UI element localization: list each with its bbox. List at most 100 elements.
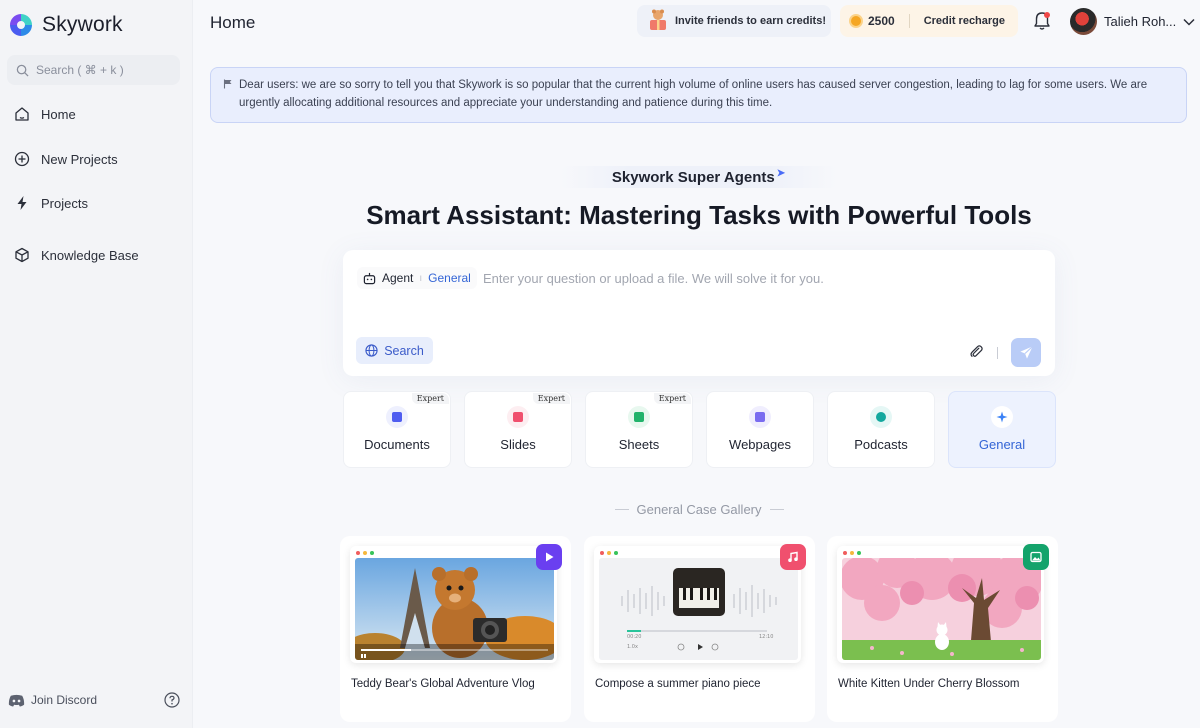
document-icon: [386, 406, 408, 428]
search-toggle-label: Search: [384, 343, 424, 358]
agent-mode-value: General: [428, 271, 471, 285]
case-label: Teddy Bear's Global Adventure Vlog: [351, 678, 535, 690]
category-slides[interactable]: Expert Slides: [464, 391, 572, 468]
time-start: 00:20: [627, 634, 642, 640]
cube-icon: [15, 247, 29, 263]
sidebar-item-projects[interactable]: Projects: [14, 195, 88, 211]
help-icon[interactable]: [164, 692, 180, 708]
sidebar-footer: Join Discord: [8, 692, 180, 708]
gallery-title: General Case Gallery: [610, 502, 788, 517]
super-agents-label: Skywork Super Agents: [611, 168, 775, 186]
invite-label: Invite friends to earn credits!: [675, 15, 826, 27]
cherry-blossom-kitten-image: [842, 558, 1041, 660]
case-label: White Kitten Under Cherry Blossom: [838, 678, 1020, 690]
user-menu[interactable]: Talieh Roh...: [1070, 8, 1195, 35]
divider: [769, 509, 784, 510]
category-label: Webpages: [729, 437, 791, 452]
avatar: [1070, 8, 1097, 35]
sidebar-item-label: New Projects: [41, 151, 118, 167]
super-agents-badge: Skywork Super Agents ➤: [560, 166, 837, 188]
agent-mode-selector[interactable]: Agent ı General: [357, 267, 477, 289]
category-label: Sheets: [618, 437, 660, 452]
coin-icon: [849, 14, 863, 28]
expert-badge: Expert: [411, 393, 449, 404]
gift-bear-icon: [650, 9, 666, 30]
gallery-title-text: General Case Gallery: [636, 502, 762, 517]
page-title: Home: [210, 13, 256, 32]
sidebar-item-label: Projects: [41, 195, 88, 211]
attachment-icon[interactable]: [969, 344, 984, 359]
slides-icon: [507, 406, 529, 428]
time-end: 12:10: [759, 634, 774, 640]
category-general[interactable]: General: [948, 391, 1056, 468]
image-icon: [1023, 544, 1049, 570]
sidebar-search[interactable]: Search ( ⌘ + k ): [7, 55, 180, 85]
divider: [997, 347, 998, 359]
window-dots: [843, 551, 861, 555]
home-icon: [15, 107, 29, 121]
sidebar-item-knowledge-base[interactable]: Knowledge Base: [14, 247, 139, 263]
category-label: Documents: [364, 437, 430, 452]
audio-player-preview: 00:20 12:10 1.0x: [599, 558, 798, 660]
case-card-teddy-vlog[interactable]: Teddy Bear's Global Adventure Vlog: [340, 536, 571, 722]
sparkle-icon: ➤: [776, 167, 786, 179]
notification-dot: [1044, 12, 1050, 18]
logo-text: Skywork: [42, 13, 123, 36]
credits-panel: 2500 Credit recharge: [840, 5, 1018, 37]
join-discord-link[interactable]: Join Discord: [8, 693, 97, 707]
category-label: Podcasts: [854, 437, 908, 452]
category-webpages[interactable]: Webpages: [706, 391, 814, 468]
web-search-toggle[interactable]: Search: [356, 337, 433, 364]
playback-speed: 1.0x: [627, 644, 638, 650]
case-preview: 00:20 12:10 1.0x: [594, 546, 801, 663]
credit-recharge-button[interactable]: Credit recharge: [924, 15, 1005, 27]
video-play-icon: [536, 544, 562, 570]
category-documents[interactable]: Expert Documents: [343, 391, 451, 468]
category-podcasts[interactable]: Podcasts: [827, 391, 935, 468]
send-icon: [1019, 345, 1033, 359]
case-card-kitten[interactable]: White Kitten Under Cherry Blossom: [827, 536, 1058, 722]
case-card-piano[interactable]: 00:20 12:10 1.0x Compose a summer piano …: [584, 536, 815, 722]
logo[interactable]: Skywork: [8, 12, 123, 38]
category-sheets[interactable]: Expert Sheets: [585, 391, 693, 468]
expert-badge: Expert: [653, 393, 691, 404]
case-label: Compose a summer piano piece: [595, 678, 761, 690]
expert-badge: Expert: [532, 393, 570, 404]
divider: ı: [419, 272, 423, 284]
robot-icon: [363, 272, 376, 284]
globe-icon: [365, 344, 378, 357]
music-note-icon: [780, 544, 806, 570]
prompt-input[interactable]: Enter your question or upload a file. We…: [483, 271, 824, 286]
agent-label: Agent: [382, 271, 414, 285]
service-notice-banner: Dear users: we are so sorry to tell you …: [210, 67, 1187, 123]
sheets-icon: [628, 406, 650, 428]
invite-friends-button[interactable]: Invite friends to earn credits!: [637, 5, 831, 37]
sparkle-icon: [991, 406, 1013, 428]
notice-text: Dear users: we are so sorry to tell you …: [239, 79, 1148, 109]
prompt-composer: Agent ı General Enter your question or u…: [343, 250, 1055, 376]
podcast-wave-icon: [870, 406, 892, 428]
chevron-down-icon: [1183, 18, 1195, 26]
send-button[interactable]: [1011, 338, 1041, 367]
sidebar: Skywork Search ( ⌘ + k ) Home New Projec…: [0, 0, 193, 728]
window-dots: [356, 551, 374, 555]
user-name: Talieh Roh...: [1104, 14, 1177, 29]
category-label: Slides: [500, 437, 536, 452]
sidebar-search-placeholder: Search ( ⌘ + k ): [36, 63, 124, 77]
teddy-bear-video-thumbnail: [355, 558, 554, 660]
sidebar-item-new-projects[interactable]: New Projects: [14, 151, 118, 167]
category-label: General: [978, 437, 1026, 452]
sidebar-item-home[interactable]: Home: [14, 106, 76, 122]
sidebar-item-label: Home: [41, 106, 76, 122]
sidebar-item-label: Knowledge Base: [41, 247, 139, 263]
divider: [908, 14, 910, 28]
case-preview: [350, 546, 557, 663]
plus-circle-icon: [14, 151, 30, 167]
join-discord-label: Join Discord: [31, 693, 98, 707]
skywork-logo-icon: [10, 14, 32, 36]
search-icon: [16, 64, 29, 77]
divider: [614, 509, 629, 510]
webpage-code-icon: [749, 406, 771, 428]
credit-balance: 2500: [868, 14, 895, 28]
case-preview: [837, 546, 1044, 663]
